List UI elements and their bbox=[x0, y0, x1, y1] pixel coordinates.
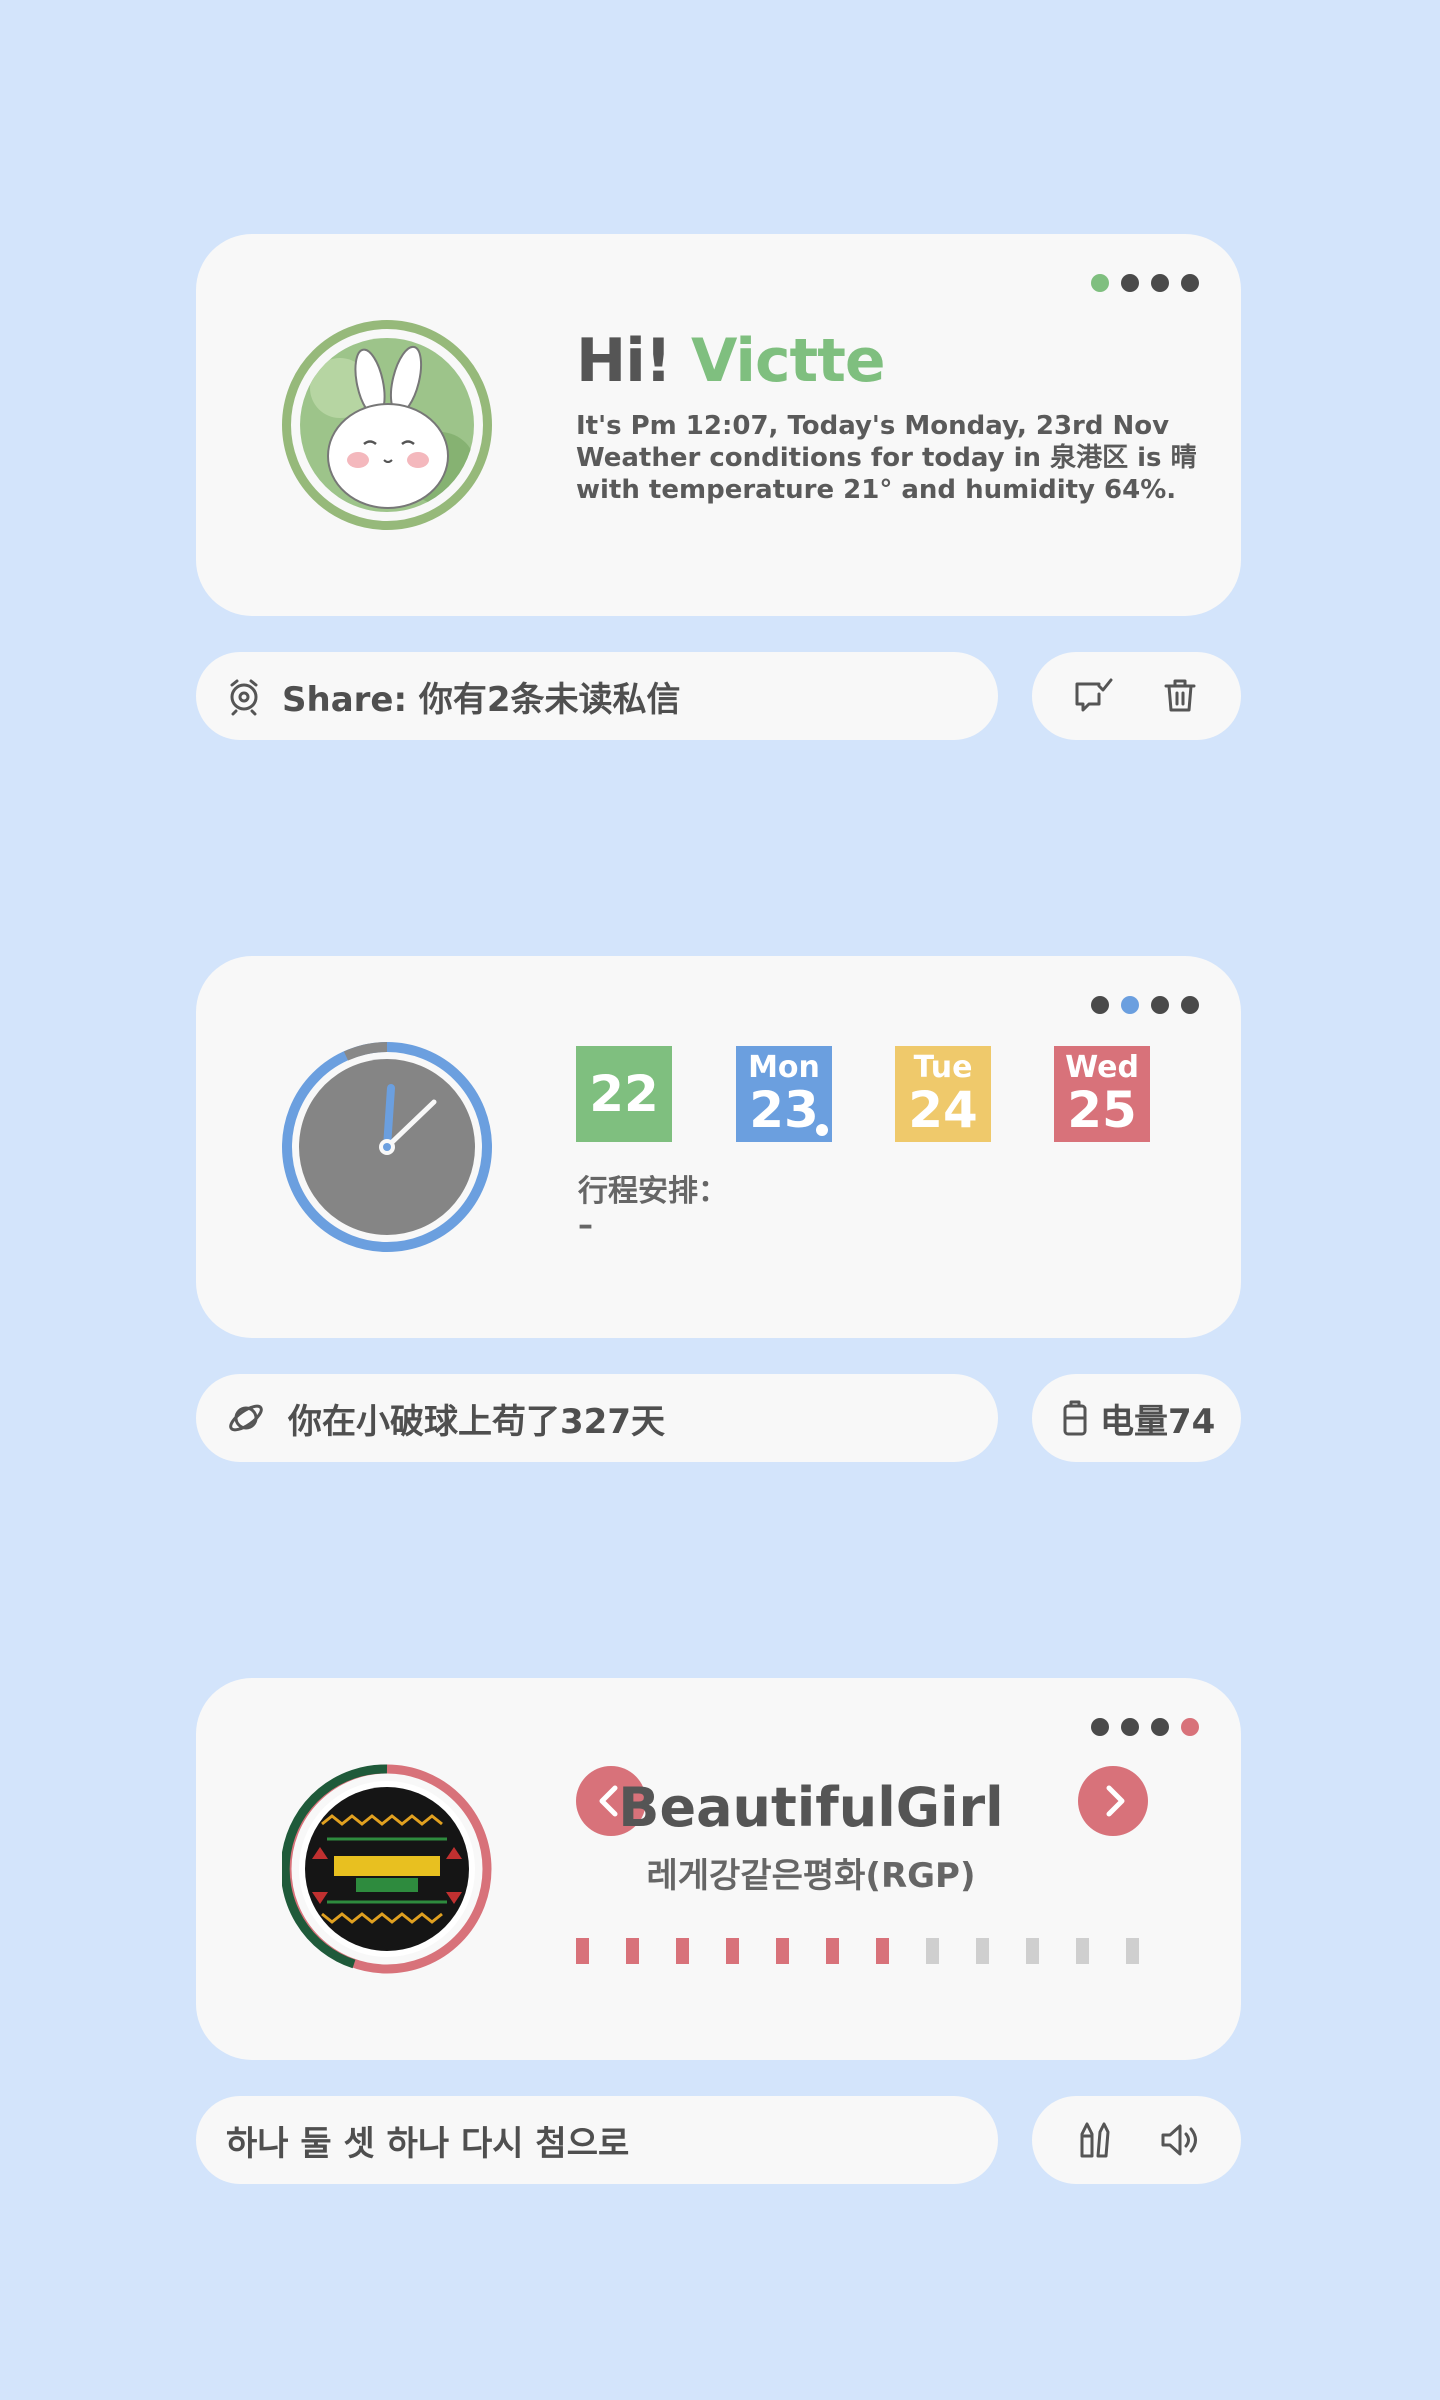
weather-line: It's Pm 12:07, Today's Monday, 23rd Nov bbox=[576, 411, 1170, 441]
chevron-right-icon bbox=[1106, 1785, 1125, 1817]
days-counter-text: 你在小破球上苟了327天 bbox=[288, 1401, 665, 1442]
battery-pill: 电量74 bbox=[1032, 1374, 1241, 1462]
next-track-button[interactable] bbox=[1078, 1766, 1148, 1836]
progress-segment[interactable] bbox=[926, 1938, 939, 1964]
calendar-day[interactable]: 22 bbox=[576, 1046, 672, 1142]
calendar-day[interactable]: Mon 23 bbox=[736, 1046, 832, 1142]
notification-actions bbox=[1032, 652, 1241, 740]
song-title: BeautifulGirl bbox=[618, 1776, 1004, 1839]
calendar-day-number: 23 bbox=[749, 1081, 819, 1139]
greeting-heading: Hi! Victte bbox=[576, 326, 886, 396]
playback-progress[interactable] bbox=[576, 1938, 1139, 1964]
message-check-icon[interactable] bbox=[1071, 674, 1115, 718]
calendar-day-number: 24 bbox=[908, 1081, 978, 1139]
page-dot[interactable] bbox=[1151, 996, 1169, 1014]
page-indicator bbox=[1091, 996, 1199, 1014]
bunny-avatar-image bbox=[300, 338, 474, 512]
album-art[interactable] bbox=[280, 1764, 492, 1974]
calendar-card: 22 Mon 23 Tue 24 Wed 25 行程安排： – bbox=[196, 956, 1241, 1338]
brush-icon[interactable] bbox=[1072, 2118, 1116, 2162]
music-actions bbox=[1032, 2096, 1241, 2184]
progress-segment[interactable] bbox=[976, 1938, 989, 1964]
progress-segment-played[interactable] bbox=[726, 1938, 739, 1964]
progress-segment-played[interactable] bbox=[776, 1938, 789, 1964]
user-name: Victte bbox=[691, 326, 886, 396]
calendar-weekday: Wed bbox=[1065, 1050, 1139, 1085]
page-dot[interactable] bbox=[1091, 274, 1109, 292]
music-card: BeautifulGirl 레게강같은평화(RGP) bbox=[196, 1678, 1241, 2060]
trash-icon[interactable] bbox=[1158, 674, 1202, 718]
lyrics-text: 하나 둘 셋 하나 다시 첨으로 bbox=[226, 2123, 630, 2164]
today-marker-dot bbox=[816, 1124, 828, 1136]
calendar-day-number: 22 bbox=[589, 1065, 659, 1123]
weather-summary: It's Pm 12:07, Today's Monday, 23rd Nov … bbox=[576, 410, 1216, 506]
progress-segment-played[interactable] bbox=[626, 1938, 639, 1964]
schedule-value: – bbox=[578, 1208, 593, 1243]
page-dot[interactable] bbox=[1091, 996, 1109, 1014]
page-dot[interactable] bbox=[1121, 1718, 1139, 1736]
page-dot[interactable] bbox=[1151, 1718, 1169, 1736]
speaker-icon[interactable] bbox=[1157, 2118, 1201, 2162]
progress-segment-played[interactable] bbox=[676, 1938, 689, 1964]
avatar[interactable] bbox=[282, 320, 492, 530]
page-indicator bbox=[1091, 274, 1199, 292]
calendar-day-number: 25 bbox=[1067, 1081, 1137, 1139]
weather-line: Weather conditions for today in 泉港区 is 晴 bbox=[576, 443, 1197, 473]
page-dot[interactable] bbox=[1181, 1718, 1199, 1736]
calendar-weekday: Tue bbox=[913, 1050, 973, 1085]
weather-line: with temperature 21° and humidity 64%. bbox=[576, 475, 1177, 505]
page-dot[interactable] bbox=[1151, 274, 1169, 292]
days-counter-pill: 你在小破球上苟了327天 bbox=[196, 1374, 998, 1462]
calendar-weekday: Mon bbox=[748, 1050, 820, 1085]
notification-text: Share: 你有2条未读私信 bbox=[282, 679, 681, 720]
progress-segment[interactable] bbox=[1076, 1938, 1089, 1964]
planet-icon bbox=[226, 1398, 266, 1438]
calendar-day[interactable]: Tue 24 bbox=[895, 1046, 991, 1142]
calendar-day[interactable]: Wed 25 bbox=[1054, 1046, 1150, 1142]
page-dot[interactable] bbox=[1181, 274, 1199, 292]
page-dot[interactable] bbox=[1091, 1718, 1109, 1736]
progress-segment-played[interactable] bbox=[826, 1938, 839, 1964]
analog-clock bbox=[282, 1042, 492, 1256]
progress-segment-played[interactable] bbox=[576, 1938, 589, 1964]
progress-segment[interactable] bbox=[1126, 1938, 1139, 1964]
notification-pill[interactable]: Share: 你有2条未读私信 bbox=[196, 652, 998, 740]
greeting-text: Hi! bbox=[576, 326, 672, 396]
page-dot[interactable] bbox=[1121, 274, 1139, 292]
lyrics-pill: 하나 둘 셋 하나 다시 첨으로 bbox=[196, 2096, 998, 2184]
battery-text: 电量74 bbox=[1100, 1401, 1216, 1442]
schedule-label: 行程安排： bbox=[578, 1174, 728, 1209]
page-indicator bbox=[1091, 1718, 1199, 1736]
battery-icon bbox=[1060, 1398, 1090, 1438]
song-artist: 레게강같은평화(RGP) bbox=[646, 1856, 976, 1896]
profile-card: Hi! Victte It's Pm 12:07, Today's Monday… bbox=[196, 234, 1241, 616]
progress-segment-played[interactable] bbox=[876, 1938, 889, 1964]
page-dot[interactable] bbox=[1181, 996, 1199, 1014]
progress-segment[interactable] bbox=[1026, 1938, 1039, 1964]
alarm-icon bbox=[224, 676, 264, 716]
page-dot[interactable] bbox=[1121, 996, 1139, 1014]
